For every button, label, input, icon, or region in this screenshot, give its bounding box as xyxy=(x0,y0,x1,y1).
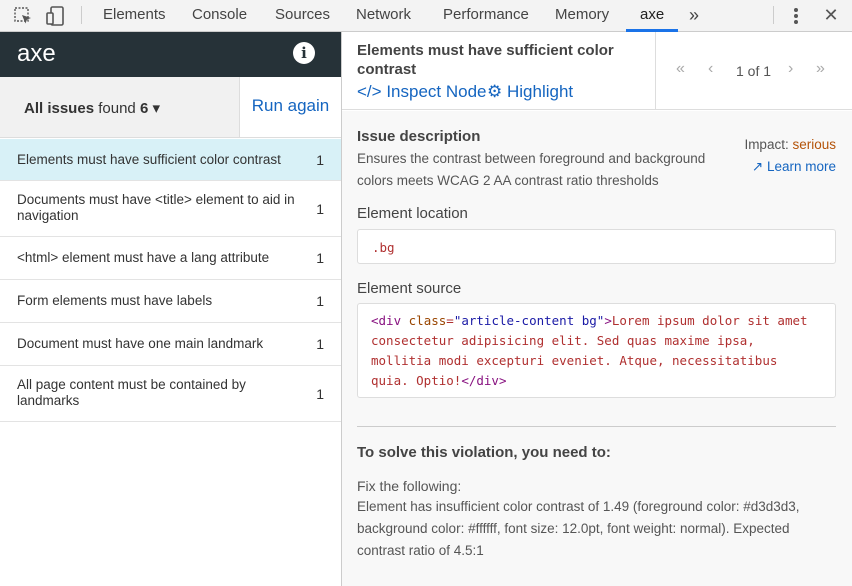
highlight-link[interactable]: ⚙ Highlight xyxy=(487,82,573,102)
code-icon: </> xyxy=(357,82,382,101)
gear-icon: ⚙ xyxy=(487,82,503,101)
tab-memory[interactable]: Memory xyxy=(555,0,609,31)
rule-title: Elements must have sufficient color cont… xyxy=(357,42,614,78)
issues-filter-dropdown[interactable]: All issues found 6 ▾ xyxy=(0,77,240,137)
issue-label: <html> element must have a lang attribut… xyxy=(17,250,270,265)
pager-status: 1 of 1 xyxy=(736,63,772,79)
highlight-label: Highlight xyxy=(506,82,574,101)
issue-count: 1 xyxy=(316,250,324,266)
issue-list-item[interactable]: Document must have one main landmark 1 xyxy=(0,324,341,366)
issue-count: 1 xyxy=(316,201,324,217)
tab-sources[interactable]: Sources xyxy=(275,0,330,31)
section-divider xyxy=(357,426,836,427)
element-source-title: Element source xyxy=(357,280,462,297)
last-page-icon[interactable]: » xyxy=(816,60,825,78)
impact-indicator: Impact: serious xyxy=(744,137,836,152)
impact-label: Impact: xyxy=(744,137,789,152)
next-page-icon[interactable]: › xyxy=(788,60,793,78)
issue-label: All page content must be contained by la… xyxy=(17,377,246,408)
kebab-menu-icon[interactable] xyxy=(786,0,806,31)
info-icon[interactable]: i xyxy=(293,42,315,64)
source-close-tag: </div> xyxy=(461,373,507,388)
tab-elements[interactable]: Elements xyxy=(103,0,166,31)
devtools-toolbar: Elements Console Sources Network Perform… xyxy=(0,0,852,32)
close-icon[interactable]: ✕ xyxy=(821,0,841,31)
issue-list-item[interactable]: Documents must have <title> element to a… xyxy=(0,182,341,237)
axe-header: axe i xyxy=(0,32,341,77)
tab-axe[interactable]: axe xyxy=(640,0,664,31)
issue-list-item[interactable]: All page content must be contained by la… xyxy=(0,367,341,422)
select-element-icon[interactable] xyxy=(12,0,34,31)
tab-network[interactable]: Network xyxy=(356,0,411,31)
issue-list-item[interactable]: Form elements must have labels 1 xyxy=(0,281,341,323)
fix-label: Fix the following: xyxy=(357,478,462,494)
chevron-down-icon: ▾ xyxy=(152,100,160,117)
source-attr-name: class xyxy=(408,313,447,328)
prev-page-icon[interactable]: ‹ xyxy=(708,60,713,78)
issue-count: 1 xyxy=(316,152,324,168)
element-location-title: Element location xyxy=(357,205,468,222)
issue-label: Elements must have sufficient color cont… xyxy=(17,152,281,167)
issue-count: 1 xyxy=(316,386,324,402)
tab-performance[interactable]: Performance xyxy=(443,0,529,31)
toolbar-divider xyxy=(81,6,82,24)
toolbar-divider xyxy=(773,6,774,24)
learn-more-link[interactable]: ↗ Learn more xyxy=(752,159,836,175)
source-open-tag: <div xyxy=(371,313,402,328)
rule-header: Elements must have sufficient color cont… xyxy=(342,32,852,110)
more-tabs-button[interactable]: » xyxy=(689,0,699,31)
tab-console[interactable]: Console xyxy=(192,0,247,31)
issue-label: Form elements must have labels xyxy=(17,293,213,308)
issue-list-item[interactable]: Elements must have sufficient color cont… xyxy=(0,139,341,181)
inspect-node-label: Inspect Node xyxy=(386,82,487,101)
source-text-line: quia. Optio! xyxy=(371,373,462,388)
pager-divider xyxy=(655,32,656,110)
element-location-value: .bg xyxy=(357,229,836,264)
issues-filter-label: All issues xyxy=(24,100,95,117)
issue-label: Documents must have <title> element to a… xyxy=(17,192,295,223)
issue-count: 1 xyxy=(316,293,324,309)
issues-panel: axe i All issues found 6 ▾ Run again Ele… xyxy=(0,32,342,586)
solve-title: To solve this violation, you need to: xyxy=(357,444,611,461)
learn-more-label: Learn more xyxy=(766,159,836,174)
first-page-icon[interactable]: « xyxy=(676,60,685,78)
issue-description: Ensures the contrast between foreground … xyxy=(357,151,706,188)
source-open-tag-end: > xyxy=(604,313,612,328)
issue-list-item[interactable]: <html> element must have a lang attribut… xyxy=(0,238,341,280)
issue-detail-panel: Elements must have sufficient color cont… xyxy=(342,32,852,586)
element-source-code: <div class="article-content bg">Lorem ip… xyxy=(357,303,836,398)
issues-bar: All issues found 6 ▾ Run again xyxy=(0,77,341,138)
source-attr-value: "article-content bg" xyxy=(453,313,605,328)
axe-logo-title: axe xyxy=(17,40,56,67)
external-link-icon: ↗ xyxy=(751,159,764,174)
inspect-node-link[interactable]: </> Inspect Node xyxy=(357,82,487,102)
impact-value: serious xyxy=(792,137,836,152)
fix-text: Element has insufficient color contrast … xyxy=(357,499,800,558)
issue-description-title: Issue description xyxy=(357,128,481,145)
source-text-line: Lorem ipsum dolor sit amet xyxy=(611,313,808,328)
issue-details: Issue description Ensures the contrast b… xyxy=(342,111,852,586)
run-again-button[interactable]: Run again xyxy=(240,77,341,137)
issue-label: Document must have one main landmark xyxy=(17,336,264,351)
source-text-line: consectetur adipisicing elit. Sed quas m… xyxy=(371,333,755,348)
issues-count: 6 xyxy=(139,100,149,117)
issues-found-text: found xyxy=(98,100,136,117)
issue-count: 1 xyxy=(316,336,324,352)
device-toolbar-icon[interactable] xyxy=(44,0,68,31)
source-text-line: mollitia modi excepturi eveniet. Atque, … xyxy=(371,353,778,368)
